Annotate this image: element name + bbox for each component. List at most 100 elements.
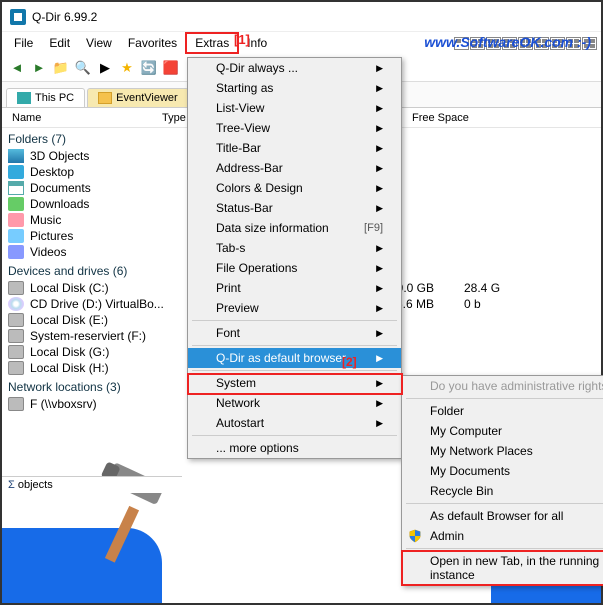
submenu-item[interactable]: Open in new Tab, in the running instance… bbox=[402, 551, 603, 585]
item-icon bbox=[8, 329, 24, 343]
status-text: objects bbox=[18, 479, 53, 491]
tab-label: This PC bbox=[35, 92, 74, 104]
menu-item[interactable]: Status-Bar ▶ bbox=[188, 198, 401, 218]
menu-edit[interactable]: Edit bbox=[41, 34, 78, 52]
menu-item[interactable]: File Operations▶ bbox=[188, 258, 401, 278]
menu-item-label: Address-Bar bbox=[216, 161, 283, 175]
menu-item[interactable]: List-View▶ bbox=[188, 98, 401, 118]
submenu-item[interactable]: As default Browser for all bbox=[402, 506, 603, 526]
item-icon bbox=[8, 149, 24, 163]
item-name: Local Disk (G:) bbox=[30, 345, 200, 359]
menu-item-label: ... more options bbox=[216, 441, 299, 455]
menu-item[interactable]: Starting as▶ bbox=[188, 78, 401, 98]
menu-item-label: List-View bbox=[216, 101, 264, 115]
tab-label: EventViewer bbox=[116, 92, 178, 104]
submenu-item[interactable]: My Computer bbox=[402, 421, 603, 441]
menu-item[interactable]: ... more options bbox=[188, 438, 401, 458]
menu-view[interactable]: View bbox=[78, 34, 120, 52]
menu-item[interactable]: Preview ▶ bbox=[188, 298, 401, 318]
submenu-item[interactable]: Recycle Bin bbox=[402, 481, 603, 501]
menu-item-label: Autostart bbox=[216, 416, 264, 430]
forward-icon[interactable]: ► bbox=[30, 59, 48, 77]
item-name: Desktop bbox=[30, 165, 200, 179]
col-free[interactable]: Free Space bbox=[408, 110, 595, 126]
callout-1: [1] bbox=[234, 32, 250, 47]
menu-item-label: Preview bbox=[216, 301, 259, 315]
callout-2: [2] bbox=[342, 355, 357, 369]
shield-icon bbox=[408, 529, 422, 543]
tab-eventviewer[interactable]: EventViewer bbox=[87, 88, 189, 107]
menu-item[interactable]: Q-Dir always ...▶ bbox=[188, 58, 401, 78]
menu-item[interactable]: Print▶ bbox=[188, 278, 401, 298]
back-icon[interactable]: ◄ bbox=[8, 59, 26, 77]
item-name: System-reserviert (F:) bbox=[30, 329, 200, 343]
submenu-item[interactable]: Folder bbox=[402, 401, 603, 421]
menu-item-label: Q-Dir as default browser bbox=[216, 351, 346, 365]
menu-item-label: Title-Bar bbox=[216, 141, 261, 155]
submenu-arrow-icon: ▶ bbox=[376, 378, 383, 389]
item-name: Music bbox=[30, 213, 200, 227]
item-icon bbox=[8, 361, 24, 375]
item-name: Local Disk (C:) bbox=[30, 281, 200, 295]
col-name[interactable]: Name bbox=[8, 110, 158, 126]
menu-item-label: Status-Bar bbox=[216, 201, 273, 215]
submenu-arrow-icon: ▶ bbox=[376, 163, 383, 174]
folder-icon bbox=[98, 92, 112, 104]
submenu-item-label: Open in new Tab, in the running instance bbox=[430, 554, 603, 582]
menu-file[interactable]: File bbox=[6, 34, 41, 52]
separator bbox=[192, 320, 397, 321]
submenu-arrow-icon: ▶ bbox=[376, 243, 383, 254]
submenu-item-label: As default Browser for all bbox=[430, 509, 563, 523]
submenu-arrow-icon: ▶ bbox=[376, 303, 383, 314]
menu-item[interactable]: System▶ bbox=[188, 373, 401, 393]
menu-item[interactable]: Colors & Design▶ bbox=[188, 178, 401, 198]
submenu-arrow-icon: ▶ bbox=[376, 203, 383, 214]
default-browser-submenu[interactable]: Do you have administrative rights? Folder… bbox=[401, 375, 603, 586]
shortcut: [F9] bbox=[364, 222, 383, 234]
menu-item-label: Print bbox=[216, 281, 241, 295]
extras-dropdown[interactable]: Q-Dir always ...▶Starting as▶List-View▶T… bbox=[187, 57, 402, 459]
tab-this-pc[interactable]: This PC bbox=[6, 88, 85, 107]
menu-item[interactable]: Autostart▶ bbox=[188, 413, 401, 433]
status-bar: Σ objects bbox=[2, 476, 182, 493]
refresh-icon[interactable]: 🔄 bbox=[140, 59, 158, 77]
menu-item-label: Tree-View bbox=[216, 121, 270, 135]
submenu-item[interactable]: My Network Places bbox=[402, 441, 603, 461]
item-icon bbox=[8, 345, 24, 359]
item-name: 3D Objects bbox=[30, 149, 200, 163]
search-icon[interactable]: 🔍 bbox=[74, 59, 92, 77]
item-free: 28.4 G bbox=[464, 281, 504, 295]
menu-extras[interactable]: Extras bbox=[185, 32, 239, 54]
menu-item[interactable]: Address-Bar ▶ bbox=[188, 158, 401, 178]
separator bbox=[192, 370, 397, 371]
action-icon[interactable]: 🟥 bbox=[162, 59, 180, 77]
watermark: www.SoftwareOK.com :-) bbox=[424, 34, 591, 50]
menu-item[interactable]: Tree-View▶ bbox=[188, 118, 401, 138]
submenu-item-label: Recycle Bin bbox=[430, 484, 493, 498]
item-icon bbox=[8, 213, 24, 227]
item-name: Pictures bbox=[30, 229, 200, 243]
menu-item[interactable]: Data size information[F9] bbox=[188, 218, 401, 238]
item-name: Local Disk (H:) bbox=[30, 361, 200, 375]
menu-item-label: File Operations bbox=[216, 261, 297, 275]
submenu-item[interactable]: Admin bbox=[402, 526, 603, 546]
menu-item[interactable]: Network▶ bbox=[188, 393, 401, 413]
up-icon[interactable]: 📁 bbox=[52, 59, 70, 77]
menu-item-label: Starting as bbox=[216, 81, 273, 95]
run-icon[interactable]: ▶ bbox=[96, 59, 114, 77]
menu-item[interactable]: Tab-s ▶ bbox=[188, 238, 401, 258]
submenu-item: Do you have administrative rights? bbox=[402, 376, 603, 396]
star-icon[interactable]: ★ bbox=[118, 59, 136, 77]
menu-item[interactable]: Q-Dir as default browser▶ bbox=[188, 348, 401, 368]
item-name: Downloads bbox=[30, 197, 200, 211]
submenu-item[interactable]: My Documents bbox=[402, 461, 603, 481]
menu-item-label: Q-Dir always ... bbox=[216, 61, 298, 75]
submenu-item-label: My Documents bbox=[430, 464, 510, 478]
separator bbox=[192, 435, 397, 436]
separator bbox=[406, 503, 603, 504]
menu-item-label: Tab-s bbox=[216, 241, 245, 255]
menu-item-label: Colors & Design bbox=[216, 181, 303, 195]
menu-favorites[interactable]: Favorites bbox=[120, 34, 185, 52]
menu-item[interactable]: Title-Bar▶ bbox=[188, 138, 401, 158]
menu-item[interactable]: Font▶ bbox=[188, 323, 401, 343]
